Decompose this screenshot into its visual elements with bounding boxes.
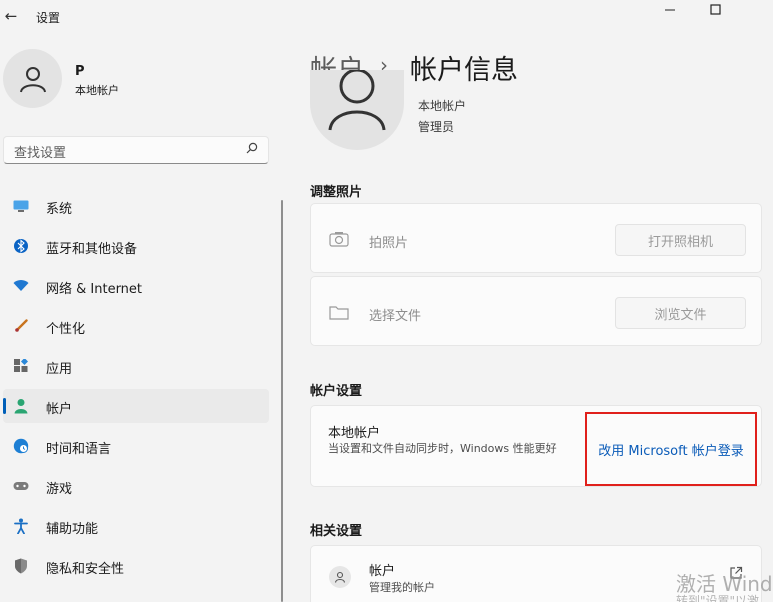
accessibility-icon (13, 518, 29, 534)
choose-file-label: 选择文件 (369, 309, 422, 324)
person-icon (19, 66, 46, 92)
local-account-title: 本地帐户 (328, 426, 381, 441)
sidebar-item[interactable]: 时间和语言 (3, 429, 269, 463)
photo-section-heading: 调整照片 (310, 185, 363, 200)
folder-icon (329, 302, 349, 322)
apps-icon (13, 358, 29, 374)
related-account-title: 帐户 (369, 564, 396, 579)
back-arrow-icon[interactable]: ← (0, 5, 22, 27)
globe-clock-icon (13, 438, 29, 454)
sidebar-item[interactable]: 隐私和安全性 (3, 549, 269, 583)
shield-icon (13, 558, 29, 574)
person-icon (328, 70, 386, 131)
sidebar-item-label: 网络 & Internet (46, 282, 143, 297)
brush-icon (13, 318, 29, 334)
maximize-icon (710, 4, 721, 15)
switch-to-microsoft-account-link[interactable]: 改用 Microsoft 帐户登录 (585, 412, 757, 486)
sidebar-item[interactable]: 辅助功能 (3, 509, 269, 543)
person-icon (329, 566, 351, 588)
browse-files-button[interactable]: 浏览文件 (615, 297, 746, 329)
sidebar-item-label: 应用 (46, 362, 73, 377)
sidebar-item-label: 隐私和安全性 (46, 562, 125, 577)
account-avatar (310, 70, 404, 150)
sidebar-item-label: 辅助功能 (46, 522, 99, 537)
activation-watermark-sub: 转到"设置"以激 (676, 594, 760, 602)
take-photo-row: 拍照片 打开照相机 (310, 203, 762, 273)
account-role: 管理员 (418, 120, 455, 134)
sidebar-item[interactable]: 个性化 (3, 309, 269, 343)
sidebar-item-label: 时间和语言 (46, 442, 112, 457)
open-camera-button[interactable]: 打开照相机 (615, 224, 746, 256)
sidebar-item-label: 帐户 (46, 402, 73, 417)
search-placeholder: 查找设置 (14, 146, 67, 161)
sidebar-item-label: 系统 (46, 202, 73, 217)
local-account-card: 本地帐户 当设置和文件自动同步时，Windows 性能更好 改用 Microso… (310, 405, 762, 487)
app-title: 设置 (36, 11, 61, 25)
sidebar-item[interactable]: 网络 & Internet (3, 269, 269, 303)
profile-name: P (75, 64, 85, 79)
monitor-icon (13, 198, 29, 214)
sidebar-item[interactable]: 帐户 (3, 389, 269, 423)
account-settings-heading: 帐户设置 (310, 384, 363, 399)
selection-indicator (3, 398, 6, 414)
avatar (3, 49, 62, 108)
sidebar-item-label: 游戏 (46, 482, 73, 497)
bluetooth-icon (13, 238, 29, 254)
sidebar-scrollbar[interactable] (281, 200, 283, 602)
sidebar-item[interactable]: 系统 (3, 189, 269, 223)
sidebar-item-label: 蓝牙和其他设备 (46, 242, 138, 257)
maximize-button[interactable] (693, 0, 739, 20)
choose-file-row: 选择文件 浏览文件 (310, 276, 762, 346)
related-account-subtitle: 管理我的帐户 (369, 581, 435, 594)
page-title: 帐户信息 (410, 55, 518, 86)
account-type: 本地帐户 (418, 99, 467, 113)
person-icon (13, 398, 29, 414)
sidebar-item[interactable]: 蓝牙和其他设备 (3, 229, 269, 263)
profile-account-type: 本地帐户 (75, 84, 119, 97)
minimize-icon (665, 9, 675, 11)
gamepad-icon (13, 478, 29, 494)
local-account-description: 当设置和文件自动同步时，Windows 性能更好 (328, 442, 557, 455)
take-photo-label: 拍照片 (369, 236, 409, 251)
sidebar-item[interactable]: 游戏 (3, 469, 269, 503)
search-input[interactable]: 查找设置 (3, 136, 269, 164)
related-settings-heading: 相关设置 (310, 524, 363, 539)
sidebar-item[interactable]: 应用 (3, 349, 269, 383)
sidebar-item-label: 个性化 (46, 322, 86, 337)
minimize-button[interactable] (647, 0, 693, 20)
camera-icon (329, 229, 349, 249)
wifi-icon (13, 278, 29, 294)
search-icon (246, 142, 258, 157)
